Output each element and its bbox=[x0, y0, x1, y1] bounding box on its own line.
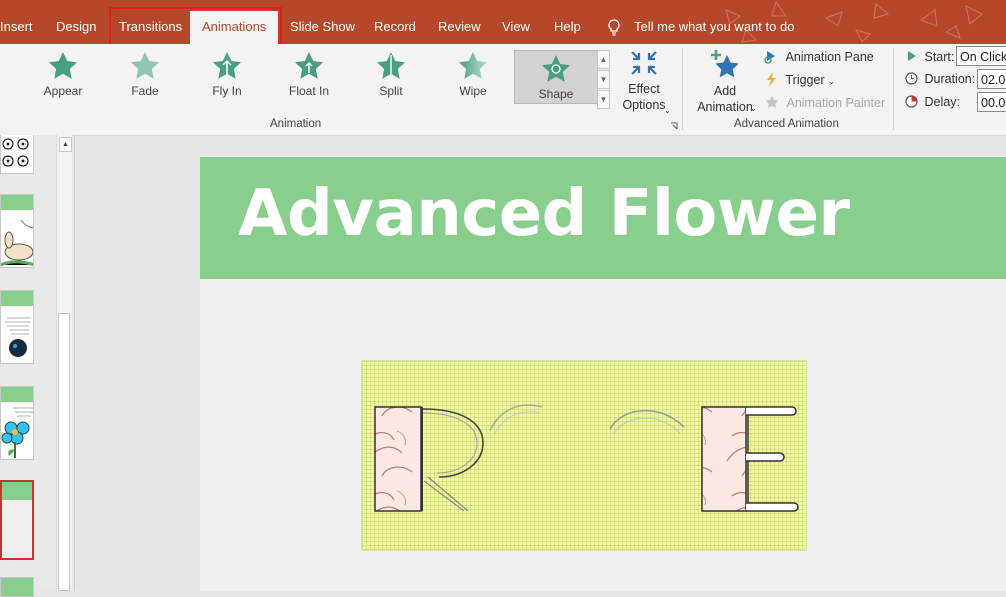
animation-painter-label: Animation Painter bbox=[786, 96, 886, 110]
star-icon bbox=[131, 52, 159, 79]
slide-thumbnail[interactable] bbox=[0, 386, 34, 460]
tab-view[interactable]: View bbox=[502, 0, 530, 44]
slide-title[interactable]: Advanced Flower bbox=[238, 177, 850, 251]
trigger-button[interactable]: Trigger ⌄ bbox=[765, 72, 835, 87]
start-label-row: Start: bbox=[907, 50, 954, 64]
trigger-label: Trigger bbox=[785, 73, 825, 87]
group-separator bbox=[682, 48, 683, 130]
effect-label: Wipe bbox=[459, 84, 487, 98]
rose-text-picture[interactable] bbox=[361, 360, 807, 551]
effect-fly-in[interactable]: Fly In bbox=[197, 51, 257, 98]
animation-pane-label: Animation Pane bbox=[785, 50, 874, 64]
delay-label: Delay: bbox=[924, 95, 960, 109]
star-icon bbox=[213, 52, 241, 79]
star-icon bbox=[49, 52, 77, 79]
chevron-down-icon: ⌄ bbox=[664, 106, 671, 115]
star-icon bbox=[542, 55, 570, 82]
rose-letters-image bbox=[374, 404, 799, 512]
effect-appear[interactable]: Appear bbox=[33, 51, 93, 98]
effect-options-label-1: Effect bbox=[628, 82, 660, 96]
tab-design[interactable]: Design bbox=[56, 0, 96, 44]
animation-group-label: Animation bbox=[270, 118, 322, 130]
star-icon bbox=[377, 52, 405, 79]
pane-divider[interactable] bbox=[74, 135, 75, 591]
delay-clock-icon bbox=[905, 95, 918, 108]
lightbulb-icon bbox=[608, 19, 620, 36]
duration-label-row: Duration: bbox=[905, 72, 975, 86]
effect-options-button[interactable]: Effect Options ⌄ bbox=[614, 49, 674, 115]
tab-slide-show[interactable]: Slide Show bbox=[290, 0, 355, 44]
animation-painter-icon bbox=[765, 96, 779, 108]
duration-label: Duration: bbox=[924, 72, 976, 86]
animation-pane-button[interactable]: Animation Pane bbox=[764, 49, 874, 64]
thumbnail-scrollbar[interactable]: ▲ bbox=[56, 135, 72, 591]
slide-thumbnail[interactable] bbox=[0, 290, 34, 364]
text-flower-icon bbox=[5, 317, 31, 357]
duration-field[interactable]: 02.00 bbox=[977, 69, 1006, 89]
tab-insert[interactable]: Insert bbox=[0, 0, 33, 44]
star-icon bbox=[459, 52, 487, 79]
effect-label: Appear bbox=[43, 84, 83, 98]
ribbon-animations: Appear Fade Fly In Float In Split Wipe S… bbox=[0, 44, 1006, 136]
effect-label: Fade bbox=[131, 84, 159, 98]
dialog-launcher-icon[interactable] bbox=[670, 122, 678, 130]
gallery-scroll: ▲ ▼ ▼ bbox=[597, 50, 610, 109]
effect-label: Fly In bbox=[212, 84, 242, 98]
tab-help[interactable]: Help bbox=[554, 0, 581, 44]
lightning-icon bbox=[767, 72, 776, 87]
effect-fade[interactable]: Fade bbox=[115, 51, 175, 98]
start-dropdown[interactable]: On Click bbox=[956, 46, 1006, 66]
slide-thumbnail[interactable] bbox=[0, 135, 34, 174]
animation-painter-button[interactable]: Animation Painter bbox=[764, 95, 885, 110]
effect-split[interactable]: Split bbox=[361, 51, 421, 98]
scroll-up-arrow[interactable]: ▲ bbox=[59, 137, 72, 152]
tell-me-search[interactable]: Tell me what you want to do bbox=[607, 0, 794, 44]
flower-sketch-icon bbox=[2, 138, 29, 167]
star-icon bbox=[295, 52, 323, 79]
slide-thumbnail-selected[interactable] bbox=[0, 480, 34, 560]
clock-icon bbox=[905, 72, 918, 85]
add-animation-button[interactable]: Add Animation ⌄ bbox=[688, 49, 762, 115]
blue-flower-icon bbox=[1, 407, 33, 458]
play-icon bbox=[908, 51, 916, 61]
start-label: Start: bbox=[924, 50, 955, 64]
effect-options-icon bbox=[631, 51, 657, 75]
slide-canvas: Advanced Flower bbox=[200, 157, 1006, 591]
add-animation-icon bbox=[711, 50, 739, 78]
chevron-down-icon: ⌄ bbox=[750, 104, 757, 113]
tell-me-text: Tell me what you want to do bbox=[634, 19, 795, 34]
add-animation-label-1: Add bbox=[713, 84, 737, 98]
effect-wipe[interactable]: Wipe bbox=[443, 51, 503, 98]
rabbit-illustration-icon bbox=[1, 219, 33, 267]
gallery-scroll-down[interactable]: ▼ bbox=[597, 70, 610, 89]
effect-label: Shape bbox=[538, 87, 574, 101]
slide-thumbnail-pane bbox=[0, 135, 56, 597]
scrollbar-thumb[interactable] bbox=[58, 313, 70, 591]
effect-float-in[interactable]: Float In bbox=[279, 51, 339, 98]
tab-record[interactable]: Record bbox=[374, 0, 416, 44]
delay-label-row: Delay: bbox=[905, 95, 960, 109]
effect-label: Split bbox=[379, 84, 403, 98]
slide-thumbnail[interactable] bbox=[0, 577, 34, 597]
advanced-animation-group-label: Advanced Animation bbox=[734, 118, 839, 130]
gallery-more-button[interactable]: ▼ bbox=[597, 90, 610, 109]
tab-review[interactable]: Review bbox=[438, 0, 481, 44]
highlight-box bbox=[109, 7, 282, 48]
effect-label: Float In bbox=[288, 84, 330, 98]
slide-thumbnail[interactable] bbox=[0, 194, 34, 268]
animation-pane-icon bbox=[764, 51, 775, 64]
chevron-down-icon: ⌄ bbox=[828, 77, 835, 86]
gallery-scroll-up[interactable]: ▲ bbox=[597, 50, 610, 69]
effect-shape[interactable]: Shape bbox=[514, 50, 598, 104]
title-banner: Advanced Flower bbox=[200, 157, 1006, 279]
group-separator bbox=[893, 48, 894, 130]
delay-field[interactable]: 00.00 bbox=[977, 92, 1006, 112]
